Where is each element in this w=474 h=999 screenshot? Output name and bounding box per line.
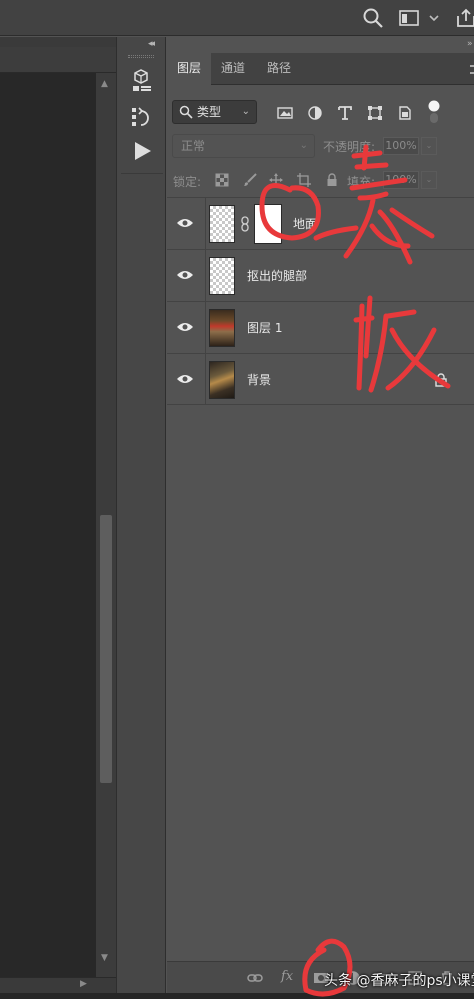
share-icon[interactable]	[455, 7, 474, 29]
link-layers-icon[interactable]	[247, 970, 263, 986]
blend-mode-label: 正常	[181, 139, 206, 153]
workspace-icon[interactable]	[398, 7, 420, 29]
filter-toggle-icon[interactable]	[427, 99, 441, 125]
chain-link-icon[interactable]	[240, 216, 250, 232]
visibility-column-divider	[205, 354, 206, 405]
shape-filter-icon[interactable]	[367, 105, 383, 121]
layer-name[interactable]: 地面	[293, 215, 317, 232]
layer-name[interactable]: 抠出的腿部	[247, 267, 307, 284]
lock-artboard-icon[interactable]	[297, 173, 311, 187]
layer-row[interactable]: 地面	[167, 197, 474, 249]
scroll-up-icon[interactable]: ▲	[101, 79, 108, 89]
layer-name[interactable]: 背景	[247, 371, 271, 388]
3d-object-icon[interactable]	[129, 69, 155, 93]
layer-mask-thumbnail[interactable]	[254, 204, 282, 244]
lock-label: 锁定:	[173, 175, 202, 189]
expand-panels-icon[interactable]: ◂◂	[148, 39, 155, 49]
opacity-input[interactable]: 100%	[383, 137, 419, 155]
layer-lock-icon[interactable]	[435, 373, 447, 387]
visibility-eye-icon[interactable]	[176, 269, 194, 281]
status-strip	[0, 993, 474, 999]
layer-row[interactable]: 抠出的腿部	[167, 249, 474, 301]
chevron-down-icon[interactable]	[427, 7, 441, 29]
layers-list: 地面 抠出的腿部 图层 1 背景	[167, 197, 474, 405]
visibility-column-divider	[205, 198, 206, 249]
fill-slider-toggle[interactable]: ⌄	[421, 171, 437, 189]
dock-separator	[121, 173, 163, 174]
tab-channels[interactable]: 通道	[211, 53, 255, 85]
layer-row[interactable]: 图层 1	[167, 301, 474, 353]
visibility-column-divider	[205, 302, 206, 353]
layer-thumbnail[interactable]	[209, 205, 235, 243]
layer-filter-row: 类型 ⌄	[167, 97, 474, 127]
tab-paths[interactable]: 路径	[257, 53, 301, 85]
lock-row: 锁定: 填充: 100% ⌄	[167, 169, 474, 191]
fill-label: 填充:	[347, 175, 376, 189]
scrollbar-thumb[interactable]	[100, 515, 112, 783]
chevron-down-icon: ⌄	[299, 140, 308, 151]
lock-position-icon[interactable]	[269, 173, 283, 187]
layer-thumbnail[interactable]	[209, 257, 235, 295]
chevron-down-icon: ⌄	[241, 106, 250, 117]
horizontal-scrollbar[interactable]: ▶	[0, 977, 116, 993]
smart-object-filter-icon[interactable]	[397, 105, 413, 121]
photoshop-window: ▲ ▼ ▶ ◂◂ » 图层 通道 路径 类型 ⌄ 正常 ⌄ 不透明度: 100%…	[0, 0, 474, 999]
history-icon[interactable]	[129, 105, 155, 129]
visibility-column-divider	[205, 250, 206, 301]
opacity-label: 不透明度:	[323, 140, 376, 154]
filter-kind-select[interactable]: 类型 ⌄	[172, 100, 257, 124]
blend-row: 正常 ⌄ 不透明度: 100% ⌄	[167, 133, 474, 159]
scroll-down-icon[interactable]: ▼	[101, 953, 108, 963]
scroll-right-icon[interactable]: ▶	[80, 979, 87, 989]
document-tab-strip	[0, 37, 116, 47]
top-options-bar	[0, 0, 474, 36]
opacity-slider-toggle[interactable]: ⌄	[421, 137, 437, 155]
panel-tabs: 图层 通道 路径	[167, 53, 474, 86]
panel-menu-icon[interactable]	[470, 65, 474, 74]
layer-name[interactable]: 图层 1	[247, 319, 282, 336]
vertical-scrollbar[interactable]: ▲ ▼	[96, 73, 116, 977]
search-icon[interactable]	[362, 7, 384, 29]
dock-grip[interactable]	[128, 55, 154, 58]
document-header	[0, 47, 116, 73]
lock-all-icon[interactable]	[325, 173, 339, 187]
layer-thumbnail[interactable]	[209, 361, 235, 399]
play-action-icon[interactable]	[129, 139, 155, 163]
filter-kind-label: 类型	[197, 105, 222, 119]
watermark: 头条 @香麻子的ps小课堂	[324, 973, 474, 989]
blend-mode-select[interactable]: 正常 ⌄	[172, 134, 315, 158]
tab-layers[interactable]: 图层	[167, 53, 212, 86]
visibility-eye-icon[interactable]	[176, 217, 194, 229]
adjustment-filter-icon[interactable]	[307, 105, 323, 121]
search-icon	[179, 105, 193, 119]
collapsed-panel-dock: ◂◂	[116, 37, 166, 993]
lock-transparent-icon[interactable]	[215, 173, 229, 187]
collapse-panel-icon[interactable]: »	[467, 39, 473, 49]
fx-icon[interactable]: fx	[281, 969, 293, 984]
image-filter-icon[interactable]	[277, 105, 293, 121]
layers-panel: » 图层 通道 路径 类型 ⌄ 正常 ⌄ 不透明度: 100% ⌄ 锁定: 填充…	[167, 37, 474, 993]
lock-paint-icon[interactable]	[243, 173, 257, 187]
text-filter-icon[interactable]	[337, 105, 353, 121]
fill-input[interactable]: 100%	[383, 171, 419, 189]
layer-row[interactable]: 背景	[167, 353, 474, 405]
document-canvas[interactable]	[0, 47, 96, 977]
layer-thumbnail[interactable]	[209, 309, 235, 347]
visibility-eye-icon[interactable]	[176, 373, 194, 385]
visibility-eye-icon[interactable]	[176, 321, 194, 333]
